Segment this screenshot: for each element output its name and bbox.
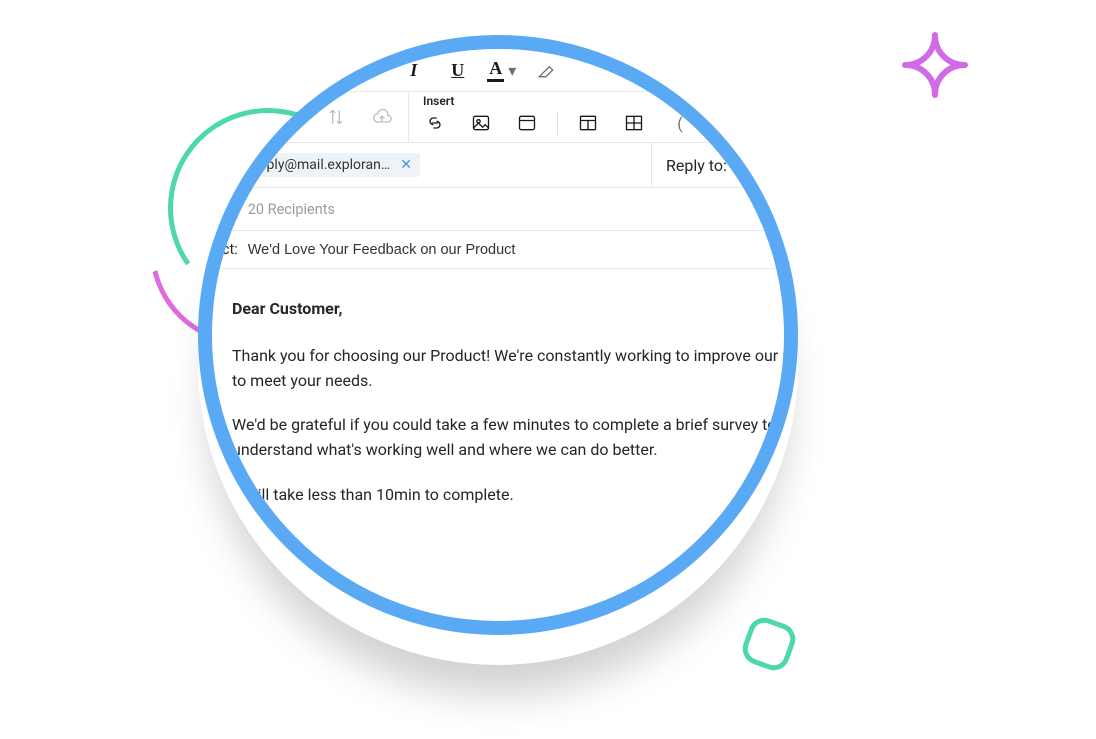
more-insert-button[interactable]: ( xyxy=(664,108,696,138)
browser-button[interactable] xyxy=(511,108,543,138)
font-size-value: 11 xyxy=(291,62,307,78)
from-chip-text: no-reply@mail.exploran… xyxy=(235,157,390,173)
toolbar-row-2: Σ Insert ( xyxy=(198,92,798,143)
text-color-button[interactable]: A ▾ xyxy=(486,55,518,85)
table-button[interactable] xyxy=(618,108,650,138)
from-label: From: xyxy=(198,156,227,175)
remove-chip-icon[interactable]: ✕ xyxy=(400,157,412,173)
separator xyxy=(341,58,342,82)
body-paragraph-3: It will take less than 10min to complete… xyxy=(232,483,798,508)
toolbar-row-1: 11 ▾ B I U A ▾ xyxy=(198,49,798,92)
subject-label: Subject: xyxy=(198,241,238,258)
toolbar-insert-group: Insert ( xyxy=(409,92,706,142)
layout-button[interactable] xyxy=(572,108,604,138)
font-size-dropdown[interactable]: 11 ▾ xyxy=(282,56,329,84)
calendar-icon xyxy=(198,102,214,132)
to-placeholder: 20 Recipients xyxy=(248,201,335,218)
to-row: To: + 20 Recipients xyxy=(198,188,798,231)
reply-to-label: Reply to: xyxy=(666,156,727,175)
image-button[interactable] xyxy=(465,108,497,138)
email-body[interactable]: Dear Customer, Thank you for choosing ou… xyxy=(198,269,798,588)
toolbar-disabled-group: Σ xyxy=(198,92,409,142)
separator xyxy=(557,111,558,135)
email-editor: 11 ▾ B I U A ▾ Σ xyxy=(198,49,798,588)
add-recipient-button[interactable]: + xyxy=(216,198,238,220)
sort-icon xyxy=(320,102,352,132)
italic-button[interactable]: I xyxy=(398,55,430,85)
bold-button[interactable]: B xyxy=(354,55,386,85)
circle-viewport: 11 ▾ B I U A ▾ Σ xyxy=(198,35,798,635)
underline-button[interactable]: U xyxy=(442,55,474,85)
link-button[interactable] xyxy=(419,108,451,138)
from-chip[interactable]: no-reply@mail.exploran… ✕ xyxy=(227,153,420,177)
subject-input[interactable] xyxy=(248,242,798,258)
insert-label: Insert xyxy=(419,94,696,108)
signature-icon xyxy=(228,102,260,132)
decorative-squircle xyxy=(738,613,800,675)
body-paragraph-1: Thank you for choosing our Product! We'r… xyxy=(232,344,798,394)
to-label: To: xyxy=(198,201,206,218)
sparkle-icon xyxy=(900,30,970,100)
body-paragraph-2: We'd be grateful if you could take a few… xyxy=(232,413,798,463)
subject-row: Subject: xyxy=(198,231,798,269)
body-greeting: Dear Customer, xyxy=(232,297,798,322)
sigma-icon: Σ xyxy=(274,102,306,132)
chevron-down-icon: ▾ xyxy=(315,65,320,76)
cloud-icon xyxy=(366,102,398,132)
highlight-button[interactable] xyxy=(530,55,562,85)
from-replyto-row: From: no-reply@mail.exploran… ✕ Reply to… xyxy=(198,143,798,188)
chevron-down-icon: ▾ xyxy=(508,61,516,80)
